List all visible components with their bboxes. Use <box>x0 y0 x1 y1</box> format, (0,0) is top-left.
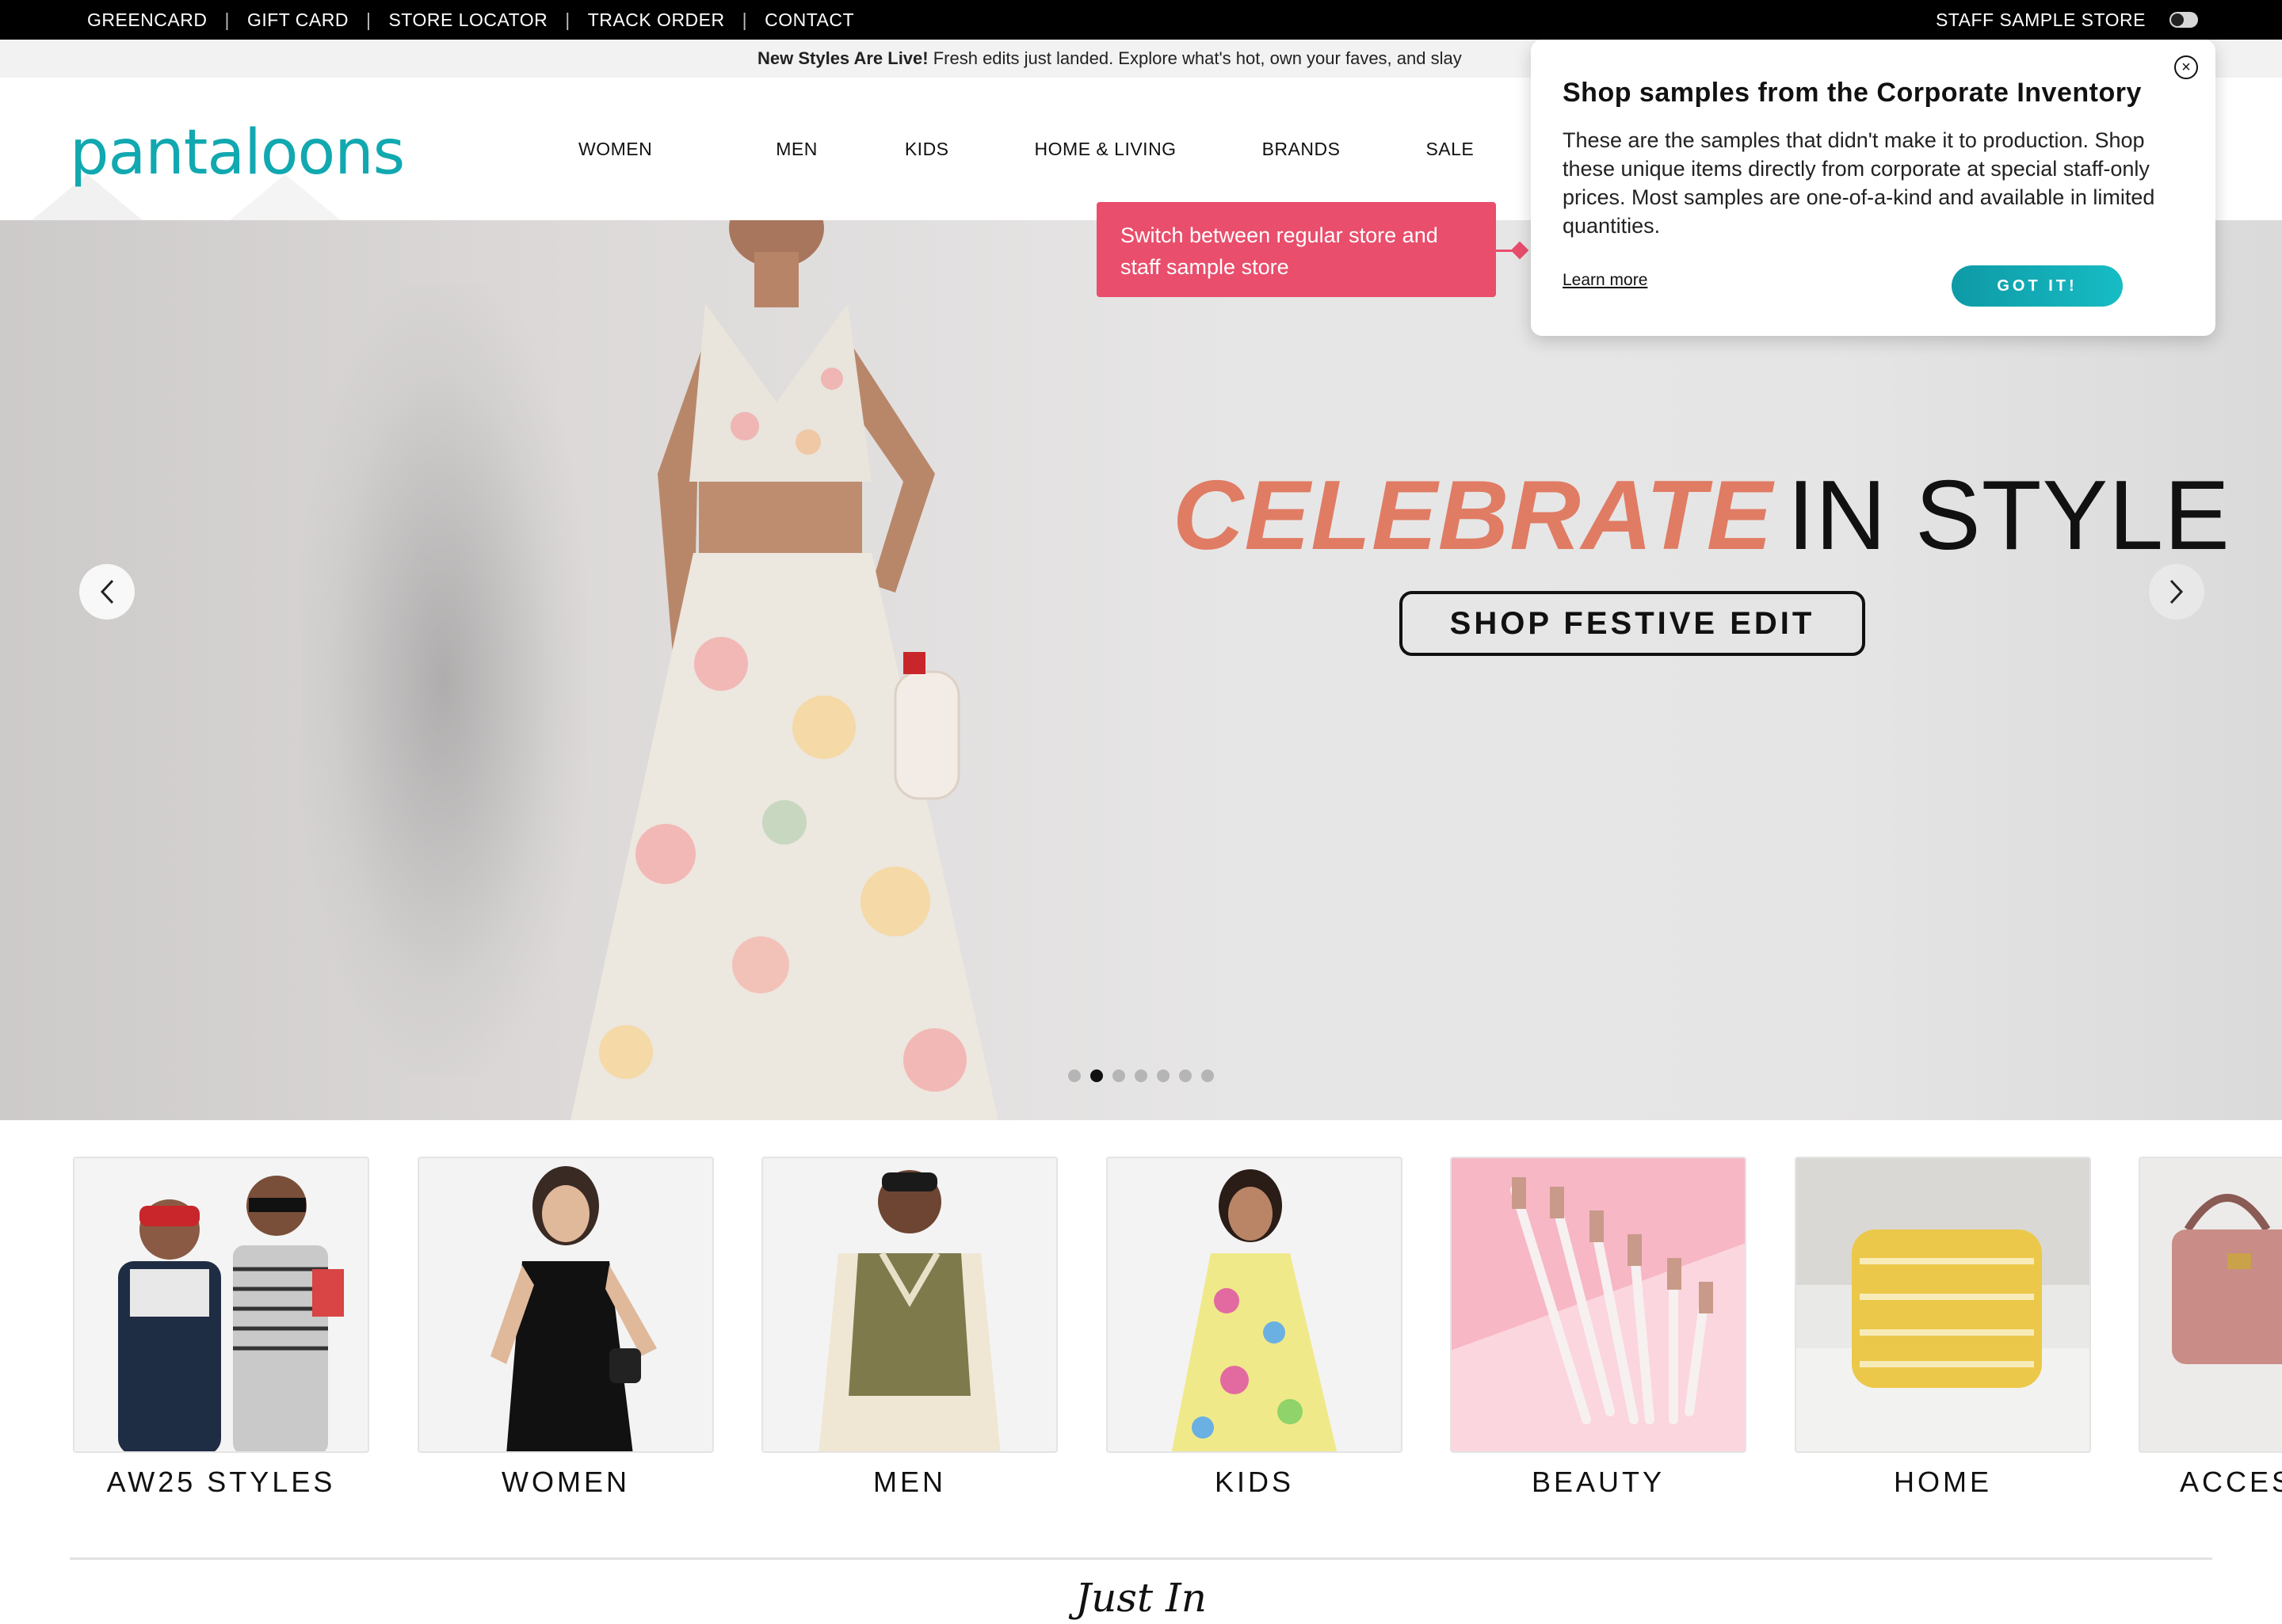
utility-bar: GREENCARD | GIFT CARD | STORE LOCATOR | … <box>0 0 2282 40</box>
nav-item-kids[interactable]: KIDS <box>905 139 949 160</box>
nav-item-brands[interactable]: BRANDS <box>1262 139 1341 160</box>
category-image <box>73 1157 369 1453</box>
main-nav: WOMEN MEN KIDS HOME & LIVING BRANDS SALE <box>578 78 1474 220</box>
separator: | <box>742 9 748 30</box>
separator: | <box>565 9 570 30</box>
popover-body: These are the samples that didn't make i… <box>1563 128 2155 238</box>
popover-title: Shop samples from the Corporate Inventor… <box>1563 78 2142 108</box>
category-label: KIDS <box>1214 1466 1295 1498</box>
category-tile-home[interactable]: HOME <box>1795 1157 2091 1499</box>
toggle-switch[interactable] <box>2169 12 2198 28</box>
category-label: BEAUTY <box>1531 1466 1666 1498</box>
category-label: ACCESSORIES <box>2180 1466 2282 1498</box>
category-tile-beauty[interactable]: BEAUTY <box>1450 1157 1746 1499</box>
carousel-dot[interactable] <box>1090 1069 1103 1082</box>
headline-celebrate: CELEBRATE <box>1173 461 1773 570</box>
carousel-dot[interactable] <box>1179 1069 1192 1082</box>
category-tile-men[interactable]: MEN <box>761 1157 1058 1499</box>
section-divider <box>70 1557 2212 1560</box>
chevron-right-icon <box>2169 579 2184 604</box>
staff-sample-store-toggle[interactable]: STAFF SAMPLE STORE <box>1936 0 2198 40</box>
track-order-link[interactable]: TRACK ORDER <box>588 10 725 31</box>
greencard-link[interactable]: GREENCARD <box>87 10 207 31</box>
category-label: AW25 STYLES <box>106 1466 336 1498</box>
category-image <box>1795 1157 2091 1453</box>
carousel-dots <box>1068 1069 1214 1082</box>
announcement-body: Fresh edits just landed. Explore what's … <box>928 48 1462 68</box>
announcement-bold: New Styles Are Live! <box>757 48 929 68</box>
model-figure-image <box>570 220 998 1120</box>
carousel-dot[interactable] <box>1068 1069 1081 1082</box>
carousel-prev-button[interactable] <box>79 564 135 619</box>
nav-item-home-living[interactable]: HOME & LIVING <box>1035 139 1177 160</box>
separator: | <box>224 9 230 30</box>
nav-item-sale[interactable]: SALE <box>1425 139 1474 160</box>
carousel-dot[interactable] <box>1135 1069 1147 1082</box>
category-label: MEN <box>873 1466 946 1498</box>
close-icon[interactable]: × <box>2174 55 2198 79</box>
gift-card-link[interactable]: GIFT CARD <box>247 10 349 31</box>
category-image <box>761 1157 1058 1453</box>
shop-festive-edit-button[interactable]: SHOP FESTIVE EDIT <box>1399 591 1865 656</box>
category-tile-women[interactable]: WOMEN <box>418 1157 714 1499</box>
carousel-dot[interactable] <box>1157 1069 1170 1082</box>
category-image <box>418 1157 714 1453</box>
nav-item-women[interactable]: WOMEN <box>578 139 652 160</box>
category-image <box>2139 1157 2282 1453</box>
category-tile-aw25[interactable]: AW25 STYLES <box>73 1157 369 1499</box>
store-locator-link[interactable]: STORE LOCATOR <box>388 10 548 31</box>
headline-in-style: IN STYLE <box>1787 461 2230 570</box>
corporate-inventory-popover: × Shop samples from the Corporate Invent… <box>1531 40 2215 336</box>
got-it-button[interactable]: GOT IT! <box>1952 265 2123 307</box>
category-tile-accessories[interactable]: ACCESSORIES <box>2139 1157 2282 1499</box>
chevron-left-icon <box>100 579 114 604</box>
section-title-just-in: Just In <box>1075 1575 1207 1621</box>
hero-banner[interactable]: CELEBRATE IN STYLE SHOP FESTIVE EDIT <box>0 220 2282 1120</box>
category-tile-kids[interactable]: KIDS <box>1106 1157 1402 1499</box>
contact-link[interactable]: CONTACT <box>765 10 854 31</box>
carousel-next-button[interactable] <box>2149 564 2204 619</box>
category-image <box>1450 1157 1746 1453</box>
category-image <box>1106 1157 1402 1453</box>
pantaloons-logo[interactable]: pantaloons <box>70 117 405 189</box>
carousel-dot[interactable] <box>1112 1069 1125 1082</box>
staff-sample-store-label: STAFF SAMPLE STORE <box>1935 9 2146 30</box>
separator: | <box>365 9 372 30</box>
announcement-text: New Styles Are Live! Fresh edits just la… <box>757 40 1534 78</box>
carousel-dot[interactable] <box>1201 1069 1214 1082</box>
category-label: HOME <box>1894 1466 1992 1498</box>
nav-item-men[interactable]: MEN <box>776 139 818 160</box>
learn-more-link[interactable]: Learn more <box>1563 271 1647 290</box>
staff-store-tooltip: Switch between regular store and staff s… <box>1097 202 1496 297</box>
category-label: WOMEN <box>502 1466 630 1498</box>
category-carousel: AW25 STYLES WOMEN MEN KIDS BEAUTY HOME A… <box>0 1157 2282 1505</box>
utility-links: GREENCARD | GIFT CARD | STORE LOCATOR | … <box>87 0 854 40</box>
hero-headline: CELEBRATE IN STYLE <box>1173 459 2230 572</box>
